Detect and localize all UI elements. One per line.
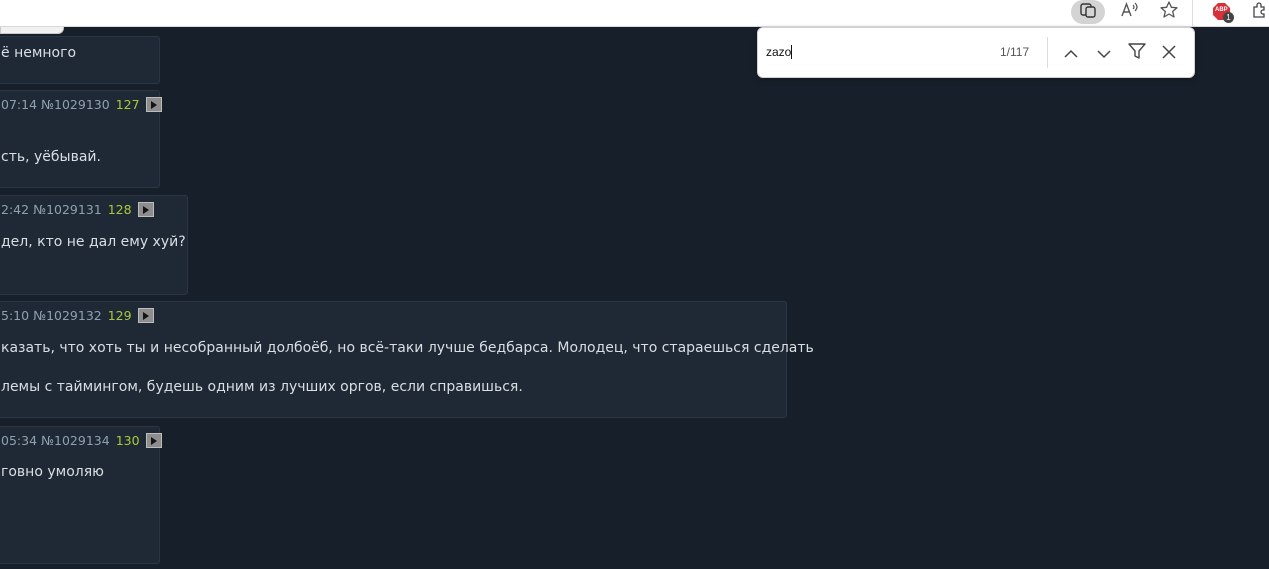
post: 05:34 №1029134 130 говно умоляю [0, 426, 162, 564]
post-count: 130 [115, 433, 140, 448]
play-icon[interactable] [145, 97, 162, 112]
match-count: 1/117 [1000, 45, 1030, 59]
post-meta: 07:14 №1029130 127 [1, 97, 162, 112]
read-aloud-button[interactable] [1112, 0, 1146, 24]
read-aloud-icon [1119, 1, 1139, 23]
post-meta: 5:10 №1029132 129 [1, 308, 154, 323]
post-number-link[interactable]: №1029134 [41, 433, 110, 448]
find-bar: 1/117 [757, 27, 1195, 78]
post-time: 2:42 [1, 202, 30, 217]
post-time: 05:34 [1, 433, 38, 448]
post-text: сть, уёбывай. [1, 149, 101, 165]
extension-badge: 1 [1223, 12, 1234, 23]
post-count: 128 [107, 202, 132, 217]
find-divider [1047, 37, 1048, 68]
text-caret [791, 45, 792, 59]
post: 07:14 №1029130 127 сть, уёбывай. [0, 90, 162, 188]
post-text: дел, кто не дал ему хуй? [1, 234, 186, 250]
close-icon [1162, 44, 1176, 63]
adblock-extension-button[interactable]: ABP 1 [1205, 0, 1239, 24]
post-count: 127 [115, 97, 140, 112]
post: ё немного [0, 36, 160, 84]
post-number-link[interactable]: №1029131 [33, 202, 102, 217]
post-number-link[interactable]: №1029130 [41, 97, 110, 112]
previous-match-icon [1064, 44, 1078, 63]
adblock-extension-icon: ABP 1 [1211, 1, 1234, 23]
post-count: 129 [107, 308, 132, 323]
tab-fragment [0, 27, 64, 34]
play-icon[interactable] [145, 433, 162, 448]
play-icon[interactable] [137, 308, 154, 323]
post-time: 5:10 [1, 308, 30, 323]
post-text: говно умоляю [1, 464, 104, 480]
play-icon[interactable] [137, 202, 154, 217]
post: 2:42 №1029131 128 дел, кто не дал ему ху… [0, 195, 188, 295]
post-text: лемы с таймингом, будешь одним из лучших… [1, 379, 523, 395]
post: 5:10 №1029132 129 казать, что хоть ты и … [0, 301, 814, 418]
next-match-button[interactable] [1091, 40, 1117, 66]
extensions-button[interactable] [1248, 0, 1269, 24]
favorite-button[interactable] [1152, 0, 1186, 24]
favorite-star-icon [1159, 0, 1179, 24]
find-input[interactable] [766, 42, 986, 62]
screen-share-icon [1079, 1, 1097, 23]
next-match-icon [1097, 44, 1111, 63]
filter-icon [1128, 42, 1146, 64]
close-find-button[interactable] [1156, 40, 1182, 66]
post-number-link[interactable]: №1029132 [33, 308, 102, 323]
filter-button[interactable] [1124, 40, 1150, 66]
screen-share-button[interactable] [1071, 0, 1105, 24]
post-text: казать, что хоть ты и несобранный долбоё… [1, 340, 814, 356]
post-meta: 2:42 №1029131 128 [1, 202, 154, 217]
previous-match-button[interactable] [1058, 40, 1084, 66]
browser-toolbar: ABP 1 [0, 0, 1269, 27]
post-meta: 05:34 №1029134 130 [1, 433, 162, 448]
post-text: ё немного [1, 45, 77, 61]
extensions-icon [1250, 1, 1268, 23]
toolbar-divider [1192, 0, 1193, 26]
post-time: 07:14 [1, 97, 38, 112]
